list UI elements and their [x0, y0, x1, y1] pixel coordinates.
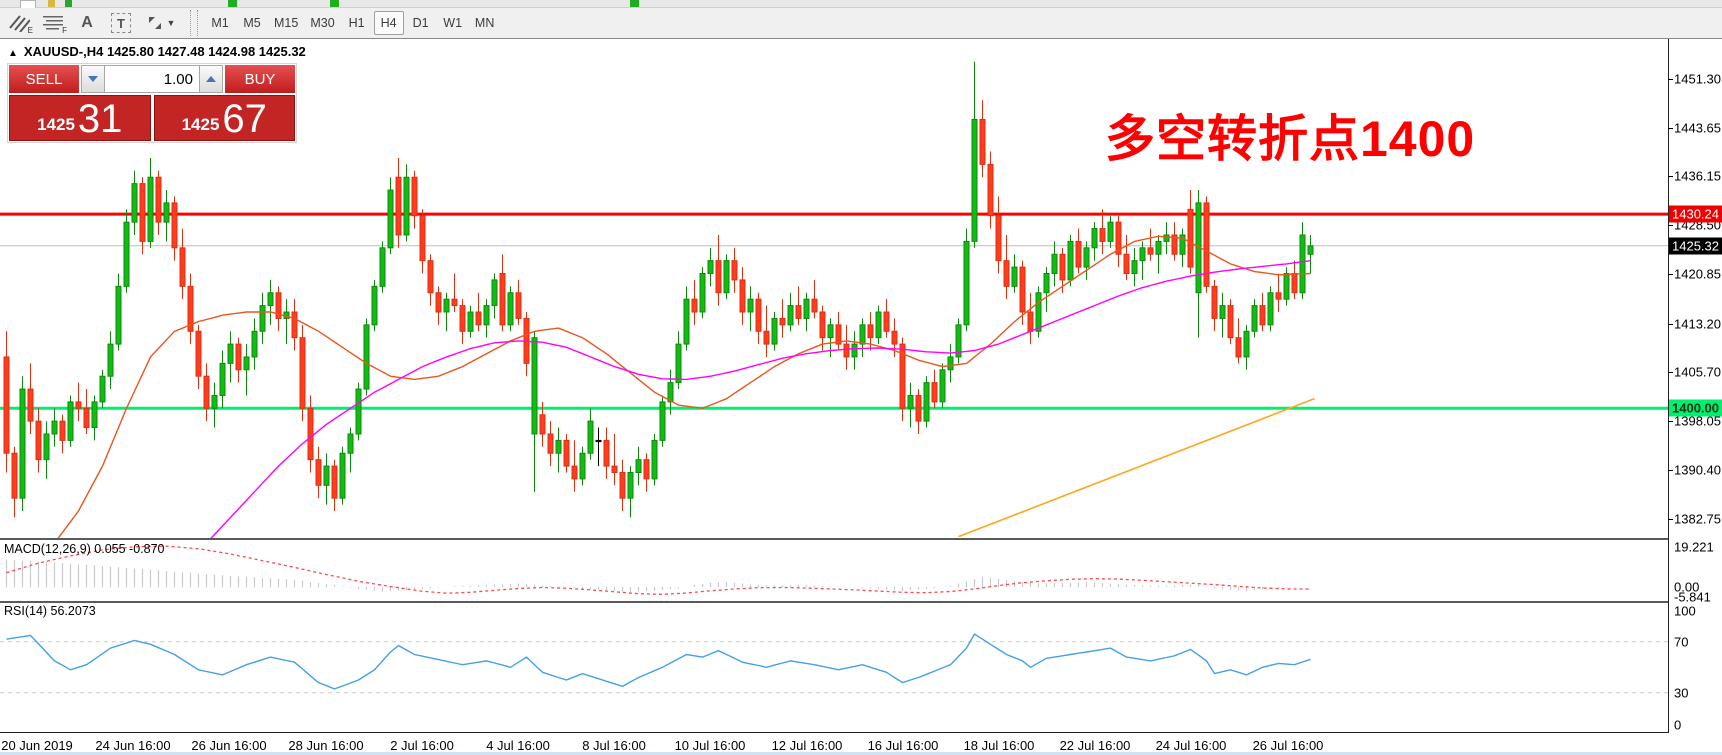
price-tick-label: 1405.70: [1674, 365, 1721, 380]
fibonacci-grid-icon[interactable]: F: [38, 11, 68, 35]
tab-timeframe-M1[interactable]: M1: [205, 11, 235, 35]
text-box-icon[interactable]: T: [106, 11, 136, 35]
mt4-terminal: E F A T ▼ M1M5M15M30H1H4D1W1MN ▲XAUUSD-,…: [0, 0, 1722, 755]
sell-button[interactable]: SELL: [9, 65, 79, 93]
price-tick-mark: [1668, 176, 1673, 177]
macd-label: MACD(12,26,9) 0.055 -0.870: [4, 542, 165, 556]
date-tick-label: 22 Jul 16:00: [1060, 738, 1131, 753]
price-tick-mark: [1668, 324, 1673, 325]
price-tick-mark: [1668, 128, 1673, 129]
clipped-yellow-icon: [48, 0, 55, 7]
price-tag: 1400.00: [1669, 400, 1722, 417]
sell-quote[interactable]: 1425 31: [9, 95, 151, 141]
triangle-down-icon: [88, 76, 98, 82]
chart-annotation-text: 多空转折点1400: [1105, 99, 1475, 171]
clipped-green-icon: [65, 0, 72, 7]
price-tick-mark: [1668, 79, 1673, 80]
pane-divider[interactable]: [0, 538, 1669, 540]
price-axis-line: [1668, 39, 1669, 733]
date-tick-label: 28 Jun 16:00: [288, 738, 363, 753]
price-tag: 1430.24: [1669, 206, 1722, 223]
volume-input[interactable]: [105, 65, 199, 93]
date-tick-label: 24 Jul 16:00: [1156, 738, 1227, 753]
date-tick-label: 2 Jul 16:00: [390, 738, 454, 753]
rsi-tick-label: 70: [1674, 635, 1688, 650]
symbol-marker-icon: ▲: [8, 48, 18, 59]
price-tick-mark: [1668, 372, 1673, 373]
timeframe-buttons: M1M5M15M30H1H4D1W1MN: [204, 11, 501, 35]
buy-button[interactable]: BUY: [225, 65, 295, 93]
volume-increase-button[interactable]: [199, 65, 223, 93]
clipped-green-icon: [228, 0, 237, 7]
price-tick-label: 1382.75: [1674, 512, 1721, 527]
tab-timeframe-W1[interactable]: W1: [438, 11, 468, 35]
arrows-icon[interactable]: ▼: [140, 11, 180, 35]
tab-timeframe-D1[interactable]: D1: [406, 11, 436, 35]
date-tick-label: 24 Jun 16:00: [95, 738, 170, 753]
volume-decrease-button[interactable]: [81, 65, 105, 93]
price-tick-label: 1413.20: [1674, 317, 1721, 332]
triangle-up-icon: [206, 76, 216, 82]
date-tick-label: 26 Jul 16:00: [1253, 738, 1324, 753]
price-tick-mark: [1668, 225, 1673, 226]
date-tick-label: 10 Jul 16:00: [675, 738, 746, 753]
one-click-trading-panel: SELL BUY 1425 31 1425 67: [7, 63, 297, 143]
date-tick-label: 4 Jul 16:00: [486, 738, 550, 753]
date-tick-label: 12 Jul 16:00: [772, 738, 843, 753]
buy-quote[interactable]: 1425 67: [154, 95, 296, 141]
price-tick-label: 1390.40: [1674, 463, 1721, 478]
tab-timeframe-M15[interactable]: M15: [269, 11, 303, 35]
rsi-tick-label: 30: [1674, 686, 1688, 701]
tab-timeframe-H4[interactable]: H4: [374, 11, 404, 35]
date-tick-label: 18 Jul 16:00: [964, 738, 1035, 753]
tab-timeframe-M5[interactable]: M5: [237, 11, 267, 35]
price-tick-mark: [1668, 519, 1673, 520]
time-axis-line: [0, 732, 1669, 733]
macd-tick-label: -5.841: [1674, 590, 1711, 605]
toolbar-separator: [190, 10, 198, 36]
equidistant-channel-icon[interactable]: E: [4, 11, 34, 35]
date-tick-label: 26 Jun 16:00: [191, 738, 266, 753]
clipped-green-icon: [630, 0, 639, 7]
rsi-tick-label: 100: [1674, 604, 1696, 619]
tab-timeframe-M30[interactable]: M30: [305, 11, 339, 35]
text-label-icon[interactable]: A: [72, 11, 102, 35]
date-tick-label: 16 Jul 16:00: [868, 738, 939, 753]
price-tick-label: 1436.15: [1674, 169, 1721, 184]
chart-window[interactable]: ▲XAUUSD-,H4 1425.80 1427.48 1424.98 1425…: [0, 38, 1722, 755]
clipped-green-icon: [330, 0, 339, 7]
price-tick-label: 1451.30: [1674, 72, 1721, 87]
rsi-tick-label: 0: [1674, 718, 1681, 733]
macd-tick-label: 19.221: [1674, 540, 1714, 555]
price-tick-mark: [1668, 421, 1673, 422]
line-studies-toolbar: E F A T ▼ M1M5M15M30H1H4D1W1MN: [0, 8, 1722, 39]
price-tick-mark: [1668, 274, 1673, 275]
macd-pane-canvas[interactable]: [0, 541, 1669, 601]
price-tag: 1425.32: [1669, 238, 1722, 255]
chart-title: ▲XAUUSD-,H4 1425.80 1427.48 1424.98 1425…: [8, 44, 306, 59]
price-tick-label: 1443.65: [1674, 121, 1721, 136]
clipped-upper-toolbar: [0, 0, 1722, 8]
rsi-pane-canvas[interactable]: [0, 603, 1669, 732]
tab-timeframe-MN[interactable]: MN: [470, 11, 500, 35]
price-tick-mark: [1668, 470, 1673, 471]
date-tick-label: 20 Jun 2019: [1, 738, 73, 753]
price-tick-label: 1420.85: [1674, 267, 1721, 282]
chevron-down-icon: ▼: [167, 18, 176, 28]
tab-timeframe-H1[interactable]: H1: [342, 11, 372, 35]
date-tick-label: 8 Jul 16:00: [582, 738, 646, 753]
rsi-label: RSI(14) 56.2073: [4, 604, 96, 618]
